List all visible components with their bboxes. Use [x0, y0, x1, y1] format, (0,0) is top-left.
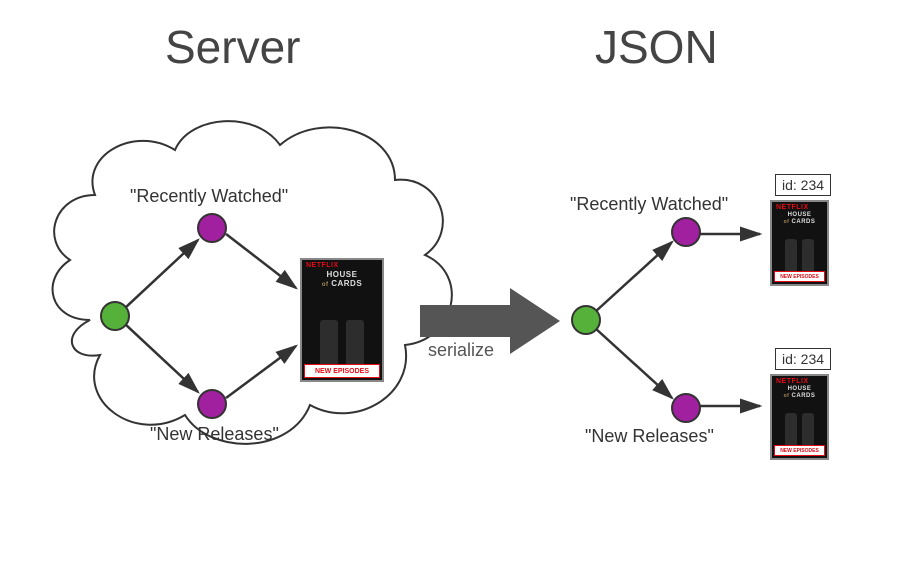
- label-recently-watched-left: "Recently Watched": [130, 186, 288, 207]
- movie-poster-left: NETFLIX HOUSE of CARDS NEW EPISODES: [300, 258, 384, 382]
- cloud-icon: [53, 121, 452, 444]
- root-node-left: [101, 302, 129, 330]
- movie-poster-top-right: NETFLIX HOUSE of CARDS NEW EPISODES: [770, 200, 829, 286]
- poster-title: HOUSE of CARDS: [772, 212, 827, 226]
- right-tree-edges: [595, 234, 760, 406]
- poster-tag: NEW EPISODES: [774, 271, 825, 282]
- poster-tag: NEW EPISODES: [774, 445, 825, 456]
- label-new-releases-right: "New Releases": [585, 426, 714, 447]
- node-new-releases-right: [672, 394, 700, 422]
- node-recently-watched-right: [672, 218, 700, 246]
- diagram: { "title_left": "Server", "title_right":…: [0, 0, 900, 576]
- left-graph-edges: [125, 234, 296, 398]
- node-recently-watched-left: [198, 214, 226, 242]
- id-box-bottom: id: 234: [775, 348, 831, 370]
- svg-layer: [0, 0, 900, 576]
- poster-brand: NETFLIX: [776, 204, 809, 211]
- poster-title: HOUSE of CARDS: [302, 270, 382, 290]
- label-new-releases-left: "New Releases": [150, 424, 279, 445]
- poster-title: HOUSE of CARDS: [772, 386, 827, 400]
- label-recently-watched-right: "Recently Watched": [570, 194, 728, 215]
- serialize-label: serialize: [428, 340, 494, 361]
- id-box-top: id: 234: [775, 174, 831, 196]
- poster-tag: NEW EPISODES: [304, 364, 380, 378]
- poster-brand: NETFLIX: [306, 262, 339, 269]
- node-new-releases-left: [198, 390, 226, 418]
- movie-poster-bottom-right: NETFLIX HOUSE of CARDS NEW EPISODES: [770, 374, 829, 460]
- root-node-right: [572, 306, 600, 334]
- poster-brand: NETFLIX: [776, 378, 809, 385]
